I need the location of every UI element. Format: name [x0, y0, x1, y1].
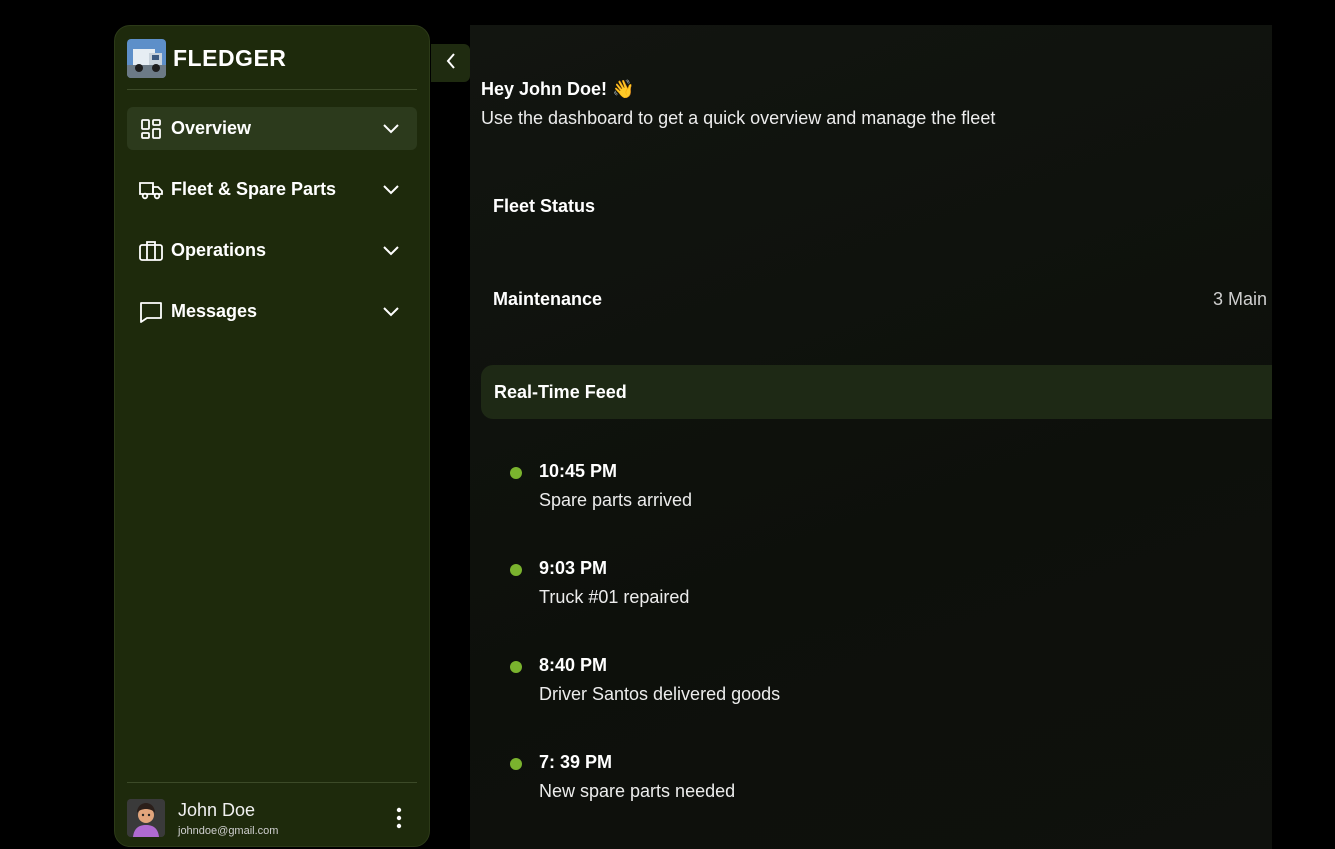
status-dot	[510, 661, 522, 673]
more-vertical-icon[interactable]	[387, 803, 411, 833]
feed-time: 9:03 PM	[539, 558, 608, 578]
chevron-down-icon[interactable]	[381, 180, 401, 200]
main-content: Hey John Doe! 👋 Use the dashboard to get…	[470, 25, 1272, 849]
feed-text: Spare parts arrived	[539, 490, 693, 510]
chevron-left-icon	[446, 52, 456, 74]
collapse-sidebar-button[interactable]	[431, 44, 470, 82]
status-dot	[510, 467, 522, 479]
realtime-feed-title: Real-Time Feed	[494, 381, 627, 402]
divider	[127, 782, 417, 783]
chevron-down-icon[interactable]	[381, 119, 401, 139]
chevron-down-icon[interactable]	[381, 241, 401, 261]
user-info: John Doe johndoe@gmail.com	[178, 799, 387, 837]
divider	[127, 89, 417, 90]
message-icon	[139, 300, 163, 324]
greeting-title: Hey John Doe! 👋	[481, 79, 635, 99]
sidebar-item-label: Messages	[171, 301, 258, 321]
brand[interactable]: FLEDGER	[127, 38, 286, 78]
briefcase-icon	[139, 239, 163, 263]
chevron-down-icon[interactable]	[381, 302, 401, 322]
sidebar-nav: Overview Fleet & Spare Parts Operations …	[127, 107, 417, 351]
fleet-status-label: Fleet Status	[493, 196, 596, 216]
grid-icon	[139, 117, 163, 141]
greeting-subtitle: Use the dashboard to get a quick overvie…	[481, 108, 996, 128]
truck-logo-icon	[127, 38, 166, 78]
feed-time: 7: 39 PM	[539, 752, 613, 772]
brand-name: FLEDGER	[173, 44, 287, 71]
maintenance-count: 3 Main	[1213, 289, 1268, 309]
truck-icon	[139, 178, 163, 202]
feed-time: 8:40 PM	[539, 655, 608, 675]
sidebar-item-fleet[interactable]: Fleet & Spare Parts	[127, 168, 417, 211]
sidebar-item-label: Overview	[171, 118, 252, 138]
feed-time: 10:45 PM	[539, 461, 618, 481]
sidebar-item-overview[interactable]: Overview	[127, 107, 417, 150]
avatar	[127, 799, 165, 837]
status-dot	[510, 564, 522, 576]
sidebar-item-operations[interactable]: Operations	[127, 229, 417, 272]
status-dot	[510, 758, 522, 770]
sidebar-item-messages[interactable]: Messages	[127, 290, 417, 333]
sidebar-item-label: Operations	[171, 240, 267, 260]
sidebar: FLEDGER Overview Fleet & Spare Parts Ope…	[114, 25, 430, 847]
user-name: John Doe	[178, 800, 256, 820]
user-profile[interactable]: John Doe johndoe@gmail.com	[127, 796, 417, 840]
feed-text: Truck #01 repaired	[539, 587, 690, 607]
realtime-feed-header: Real-Time Feed	[481, 365, 1272, 419]
sidebar-item-label: Fleet & Spare Parts	[171, 179, 337, 199]
user-email: johndoe@gmail.com	[178, 825, 279, 837]
feed-text: Driver Santos delivered goods	[539, 684, 781, 704]
maintenance-label: Maintenance	[493, 289, 603, 309]
feed-text: New spare parts needed	[539, 781, 736, 801]
